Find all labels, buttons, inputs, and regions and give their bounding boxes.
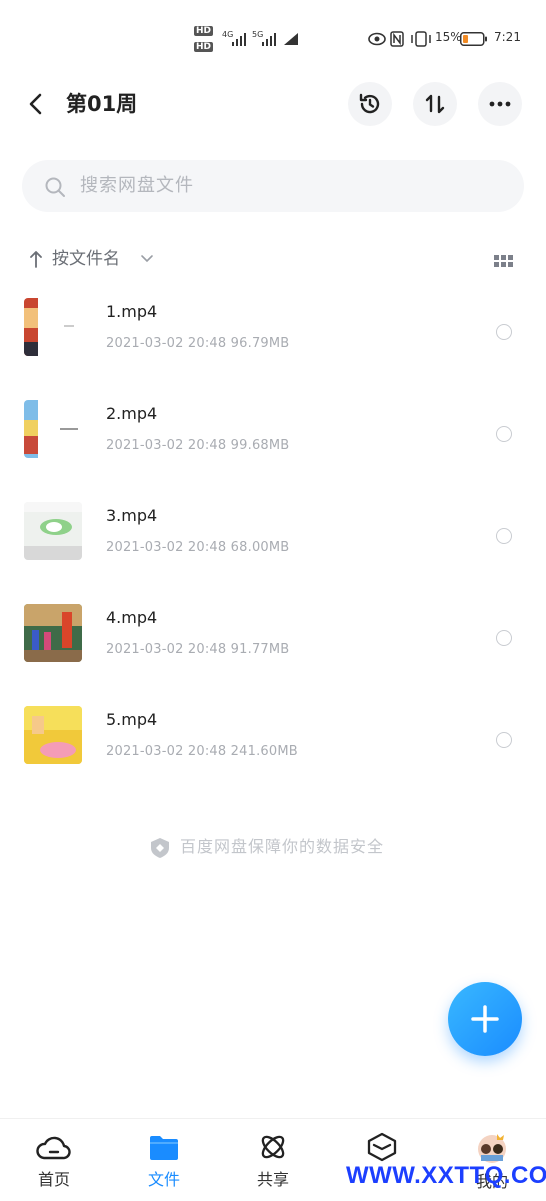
select-checkbox[interactable] <box>496 426 512 442</box>
file-meta: 2021-03-02 20:48 91.77MB <box>106 642 290 657</box>
video-thumbnail <box>24 706 82 764</box>
more-button[interactable] <box>478 82 522 126</box>
hd-badge: HD <box>194 26 214 36</box>
status-bar: HD HD 4G 5G 15% 7:21 <box>0 0 546 70</box>
file-name: 5.mp4 <box>106 710 158 729</box>
wifi-icon <box>284 33 298 45</box>
video-thumbnail <box>24 502 82 560</box>
more-dots-icon <box>489 101 511 107</box>
add-button[interactable] <box>448 982 522 1056</box>
transfer-button[interactable] <box>413 82 457 126</box>
shield-icon <box>151 838 169 858</box>
chevron-down-icon[interactable] <box>140 253 154 265</box>
video-thumbnail <box>24 298 82 356</box>
cube-icon <box>367 1132 397 1162</box>
nav-label: 首页 <box>37 1170 70 1189</box>
back-button[interactable] <box>22 90 50 118</box>
search-icon <box>45 177 65 197</box>
eye-icon <box>368 32 386 46</box>
atom-icon <box>261 1135 285 1159</box>
watermark: WWW.XXTTQ.COM <box>346 1162 546 1189</box>
file-meta: 2021-03-02 20:48 99.68MB <box>106 438 290 453</box>
video-thumbnail <box>24 604 82 662</box>
nav-files[interactable]: 文件 <box>124 1132 204 1190</box>
select-checkbox[interactable] <box>496 732 512 748</box>
file-name: 3.mp4 <box>106 506 158 525</box>
arrow-up-icon <box>30 251 42 268</box>
select-checkbox[interactable] <box>496 630 512 646</box>
nav-share[interactable]: 共享 <box>233 1132 313 1190</box>
sort-arrows-icon <box>425 94 445 114</box>
nav-label: 文件 <box>147 1170 180 1189</box>
file-name: 4.mp4 <box>106 608 158 627</box>
folder-icon <box>150 1136 178 1160</box>
clock-time: 7:21 <box>494 30 521 44</box>
history-button[interactable] <box>348 82 392 126</box>
select-checkbox[interactable] <box>496 528 512 544</box>
video-thumbnail <box>24 400 82 458</box>
vibrate-icon <box>411 31 431 47</box>
file-name: 2.mp4 <box>106 404 158 423</box>
signal-icon <box>262 33 276 46</box>
file-meta: 2021-03-02 20:48 241.60MB <box>106 744 298 759</box>
search-placeholder: 搜索网盘文件 <box>80 175 194 196</box>
nfc-icon <box>390 31 404 47</box>
nav-label: 共享 <box>256 1170 289 1189</box>
grid-view-icon[interactable] <box>494 254 516 270</box>
file-name: 1.mp4 <box>106 302 158 321</box>
file-meta: 2021-03-02 20:48 68.00MB <box>106 540 290 555</box>
file-meta: 2021-03-02 20:48 96.79MB <box>106 336 290 351</box>
avatar <box>478 1134 506 1163</box>
hd-badge: HD <box>194 42 214 52</box>
battery-icon <box>460 32 487 46</box>
chevron-left-icon <box>29 93 42 115</box>
signal-icon <box>232 33 246 46</box>
page-title: 第01周 <box>66 92 138 116</box>
select-checkbox[interactable] <box>496 324 512 340</box>
sort-dropdown[interactable]: 按文件名 <box>52 247 120 271</box>
plus-icon <box>471 1005 499 1033</box>
battery-percent: 15% <box>435 30 462 44</box>
history-icon <box>359 93 380 114</box>
cloud-icon <box>36 1136 71 1160</box>
nav-home[interactable]: 首页 <box>14 1132 94 1190</box>
security-notice: 百度网盘保障你的数据安全 <box>180 837 385 856</box>
